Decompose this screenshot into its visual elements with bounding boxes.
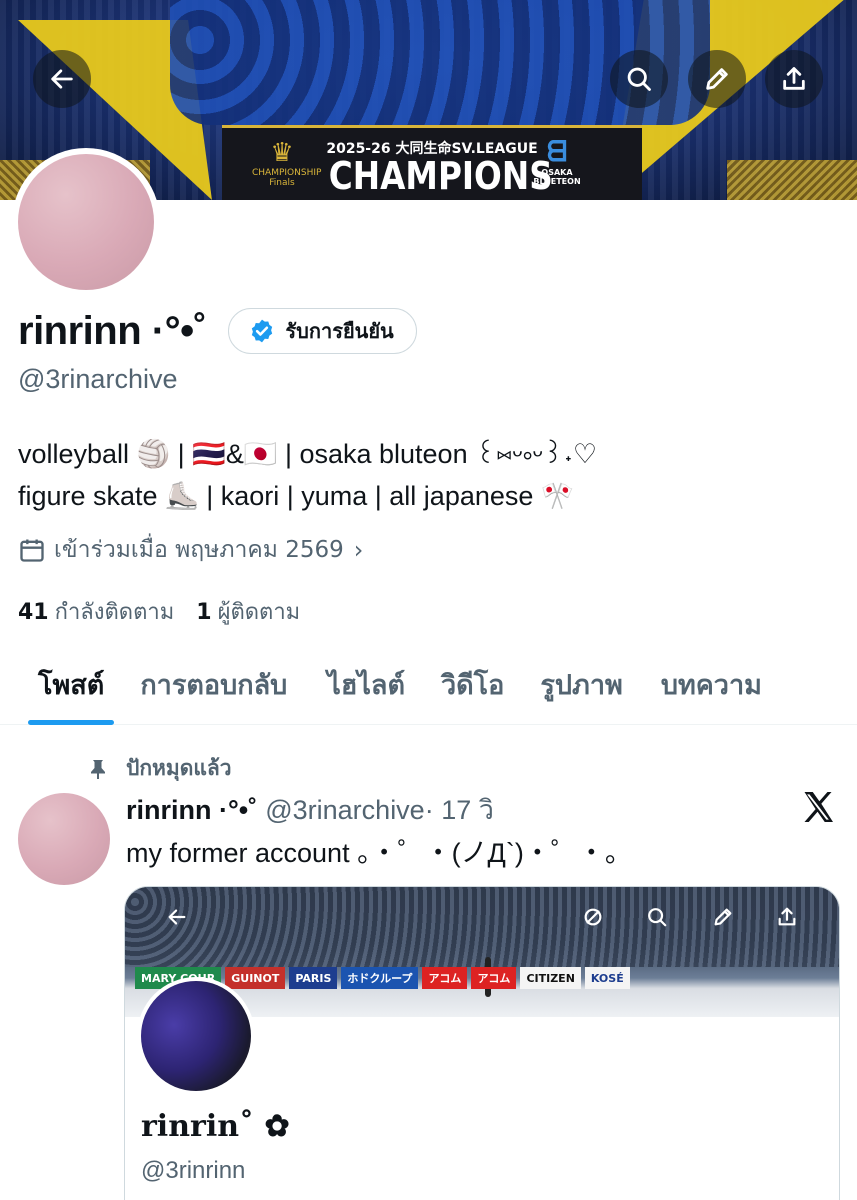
following-count: 41 [18,600,49,625]
team-logo-text: OSAKA BLUETEON [533,168,581,186]
back-button[interactable] [33,50,91,108]
card-display-name: rinrin˚ ✿ [141,1109,290,1144]
post-author-name[interactable]: rinrinn ·°•˚ [126,795,257,826]
rink-ad-boards: MARY COHR GUINOT PARIS ホドクループ アコム アコム CI… [135,967,835,989]
avatar-image [18,154,154,290]
bio-line-1: volleyball 🏐 | 🇹🇭&🇯🇵 | osaka bluteon ꒰⑅ᵕ… [18,439,598,469]
card-share-button [769,899,805,935]
get-verified-button[interactable]: รับการยืนยัน [228,308,417,354]
profile-avatar[interactable] [12,148,160,296]
tab-posts[interactable]: โพสต์ [28,655,115,725]
calendar-icon [20,539,44,562]
embedded-profile-card[interactable]: MARY COHR GUINOT PARIS ホドクループ アコム アコム CI… [124,886,840,1200]
profile-handle: @3rinarchive [18,364,178,394]
ad-board: アコム [471,967,517,989]
card-avatar-image [141,981,251,1091]
name-row: rinrinn ·°•˚ รับการยืนยัน [18,308,417,354]
back-arrow-icon [168,909,186,925]
league-logo: ♛ CHAMPIONSHIP Finals [252,138,321,193]
verified-badge-icon [252,319,273,343]
followers-link[interactable]: 1 ผู้ติดตาม [196,594,300,629]
search-icon [627,67,651,91]
tab-label: รูปภาพ [540,670,623,701]
ad-board: CITIZEN [520,967,581,989]
team-logo: ᗺ OSAKA BLUETEON [532,136,582,196]
card-handle: @3rinrinn [141,1157,246,1184]
edit-icon [706,68,728,90]
card-avatar [137,977,255,1095]
card-back-button [159,899,195,935]
no-symbol-icon [584,908,602,926]
display-name: rinrinn ·°•˚ [18,308,207,353]
post-timestamp[interactable]: · 17 วิ [425,788,494,831]
team-logo-icon: ᗺ [546,135,568,168]
bio-line-2: figure skate ⛸️ | kaori | yuma | all jap… [18,481,575,511]
tab-videos[interactable]: วิดีโอ [441,655,504,725]
following-link[interactable]: 41 กำลังติดตาม [18,594,174,629]
board-title: CHAMPIONS [328,154,553,198]
pinned-label: ปักหมุดแล้ว [126,756,232,780]
following-label: กำลังติดตาม [54,600,175,625]
card-hidden-button [575,899,611,935]
x-logo-icon[interactable] [800,789,836,825]
joined-text: เข้าร่วมเมื่อ พฤษภาคม 2569 [54,537,344,563]
share-icon [778,907,796,926]
ad-board: GUINOT [225,967,286,989]
back-arrow-icon [51,69,73,89]
tab-label: โพสต์ [38,670,105,701]
tab-photos[interactable]: รูปภาพ [540,655,622,725]
post-text: my former account 。・゜・(ノД`)・゜・。 [126,838,632,868]
share-icon [783,67,805,90]
crown-icon: ♛ [270,138,294,168]
chevron-right-icon: › [353,536,364,564]
search-button[interactable] [610,50,668,108]
tab-label: การตอบกลับ [140,670,288,701]
tab-label: บทความ [660,670,762,701]
post-author-avatar[interactable] [18,793,110,885]
post-author-handle[interactable]: @3rinarchive [265,795,424,826]
share-button[interactable] [765,50,823,108]
card-search-button [639,899,675,935]
follow-stats: 41 กำลังติดตาม 1 ผู้ติดตาม [18,594,322,629]
get-verified-label: รับการยืนยัน [285,319,394,343]
tab-label: ไฮไลต์ [327,670,405,701]
ad-board: アコム [422,967,468,989]
profile-tabs: โพสต์ การตอบกลับ ไฮไลต์ วิดีโอ รูปภาพ บท… [0,655,857,725]
ad-board: ホドクループ [341,967,419,989]
tab-highlights[interactable]: ไฮไลต์ [327,655,405,725]
profile-bio: volleyball 🏐 | 🇹🇭&🇯🇵 | osaka bluteon ꒰⑅ᵕ… [18,433,597,517]
ad-board: PARIS [289,967,338,989]
league-logo-text: CHAMPIONSHIP Finals [252,168,322,188]
pin-icon [91,759,105,779]
ad-board: KOSÉ [584,967,630,989]
edit-button[interactable] [688,50,746,108]
active-tab-indicator [28,720,115,725]
champions-board: ♛ CHAMPIONSHIP Finals 2025-26 大同生命SV.LEA… [222,125,642,200]
followers-label: ผู้ติดตาม [217,600,301,625]
tab-label: วิดีโอ [440,670,505,701]
followers-count: 1 [196,600,212,625]
card-edit-button [705,899,741,935]
confetti-right [727,160,857,200]
post-header: rinrinn ·°•˚ @3rinarchive · 17 วิ [126,788,494,831]
joined-date[interactable]: เข้าร่วมเมื่อ พฤษภาคม 2569 › [18,532,363,568]
tab-replies[interactable]: การตอบกลับ [140,655,287,725]
search-icon [648,908,667,927]
pinned-indicator: ปักหมุดแล้ว [86,752,232,785]
tab-articles[interactable]: บทความ [661,655,762,725]
edit-icon [714,908,732,926]
